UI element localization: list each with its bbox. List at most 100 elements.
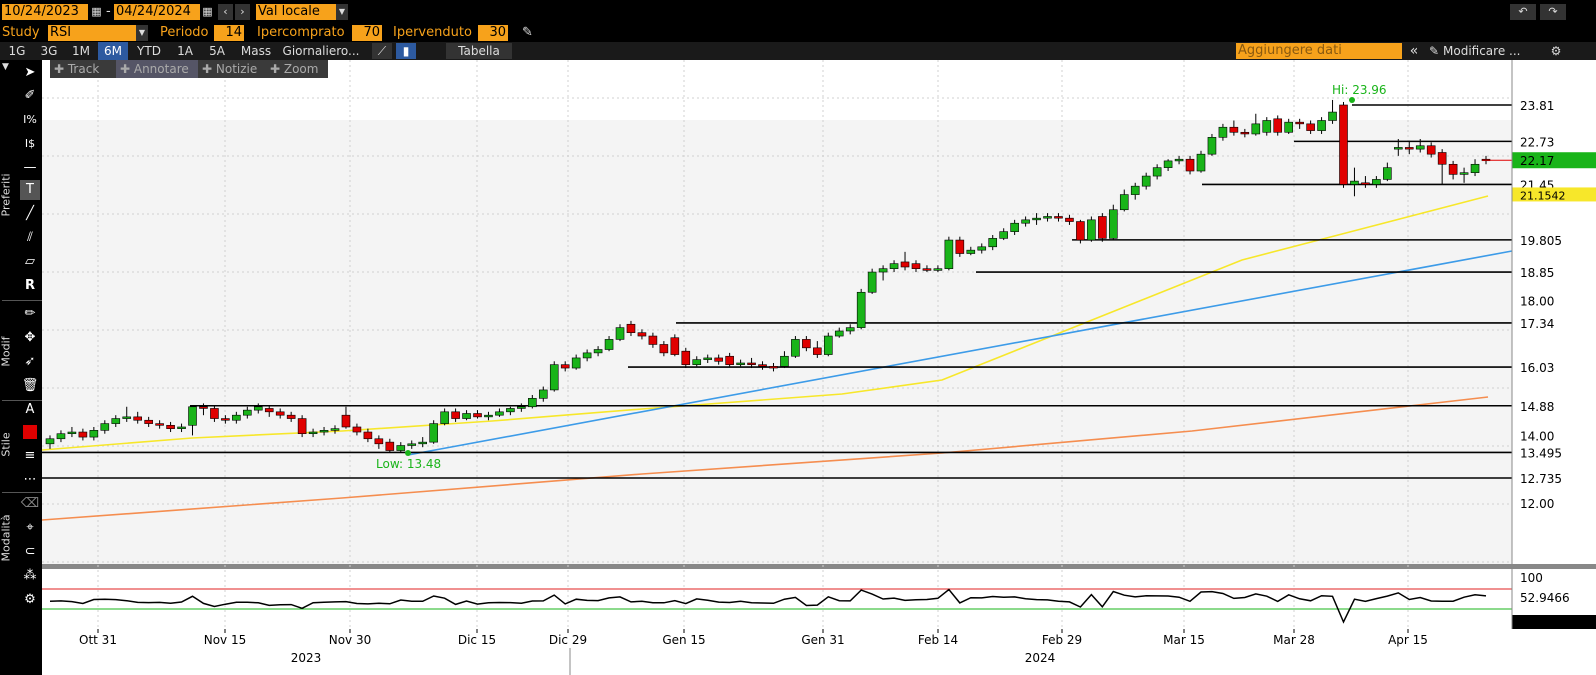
magnet-icon[interactable]: ⊂: [20, 542, 40, 562]
brush-icon[interactable]: ✏: [20, 304, 40, 324]
line-style-icon[interactable]: ⋯: [20, 470, 40, 490]
redo-icon[interactable]: ↷: [1540, 4, 1566, 20]
level-label: 17.34: [1520, 317, 1554, 331]
candle-body: [648, 335, 658, 345]
text-tool-icon[interactable]: T: [20, 180, 40, 200]
font-icon[interactable]: A: [20, 400, 40, 420]
candle-body: [823, 335, 833, 355]
undo-icon[interactable]: ↶: [1510, 4, 1536, 20]
timeframe-6m-button[interactable]: 6M: [98, 42, 128, 60]
candle-body: [1087, 219, 1096, 241]
timeframe-ytd-button[interactable]: YTD: [132, 42, 166, 60]
pointer-icon[interactable]: ➤: [20, 63, 40, 83]
channel-icon[interactable]: ⫽: [20, 228, 40, 248]
candle-body: [878, 268, 888, 273]
caret-down-icon[interactable]: ▼: [136, 25, 148, 41]
overbought-input[interactable]: 70: [352, 25, 382, 41]
candle-body: [1306, 123, 1315, 131]
calendar-icon[interactable]: ▦: [89, 4, 104, 20]
candle-body: [845, 327, 855, 332]
date-start-field[interactable]: 10/24/2023: [2, 4, 88, 20]
candle-body: [517, 406, 526, 409]
rectangle-icon[interactable]: ▱: [20, 252, 40, 272]
candle-body: [440, 411, 449, 424]
table-button[interactable]: Tabella: [446, 43, 512, 59]
period-input[interactable]: 14: [214, 25, 244, 41]
price-tick-label: 14.00: [1520, 429, 1554, 443]
pencil-icon[interactable]: ✎: [520, 25, 535, 41]
subtool-track-button[interactable]: ✚ Track: [50, 60, 116, 78]
percent-icon[interactable]: I%: [20, 110, 40, 130]
candle-body: [867, 271, 877, 293]
study-bar: Study RSI ▼ Periodo 14 Ipercomprato 70 I…: [0, 24, 1596, 42]
draw-line-icon[interactable]: ✐: [20, 86, 40, 106]
timeframe-1a-button[interactable]: 1A: [170, 42, 200, 60]
palette-icon[interactable]: ⁂: [20, 566, 40, 586]
timeframe-3g-button[interactable]: 3G: [34, 42, 64, 60]
line-chart-icon[interactable]: ⟋: [372, 43, 392, 59]
candle-body: [1262, 120, 1272, 133]
crosshair-icon[interactable]: ⌖: [20, 518, 40, 538]
candle-body: [319, 430, 329, 433]
caret-down-icon[interactable]: ▼: [336, 4, 348, 20]
study-select[interactable]: RSI: [48, 25, 136, 41]
trash-icon[interactable]: 🗑: [20, 376, 40, 396]
candle-body: [308, 431, 318, 435]
date-end-field[interactable]: 04/24/2024: [114, 4, 200, 20]
chevron-left-icon[interactable]: ‹: [218, 4, 233, 20]
color-swatch[interactable]: [20, 422, 40, 442]
rsi-tick-label: 52.9466: [1520, 591, 1570, 605]
collapse-icon[interactable]: «: [1406, 42, 1422, 60]
timeframe-mass-button[interactable]: Mass: [234, 42, 278, 60]
currency-select[interactable]: Val locale: [256, 4, 336, 20]
candle-body: [549, 364, 559, 391]
candle-body: [363, 431, 373, 440]
subtool-zoom-button[interactable]: ✚ Zoom: [266, 60, 328, 78]
add-data-input[interactable]: Aggiungere dati: [1236, 43, 1402, 59]
calendar-icon[interactable]: ▦: [200, 4, 215, 20]
timeframe-1g-button[interactable]: 1G: [2, 42, 32, 60]
low-label: Low: 13.48: [376, 457, 441, 471]
move-icon[interactable]: ✥: [20, 328, 40, 348]
line-width-icon[interactable]: ≡: [20, 446, 40, 466]
horizontal-line-icon[interactable]: —: [20, 158, 40, 178]
interval-select[interactable]: Giornaliero...: [281, 42, 361, 60]
oversold-label: Ipervenduto: [393, 25, 472, 40]
dollar-icon[interactable]: I$: [20, 134, 40, 154]
low-marker: [405, 450, 411, 456]
year-label: 2023: [291, 651, 322, 665]
select-icon[interactable]: ➶: [20, 352, 40, 372]
gear-icon[interactable]: ⚙: [20, 590, 40, 610]
separator: [2, 492, 42, 493]
candle-body: [1130, 185, 1140, 195]
candle-body: [297, 418, 307, 435]
candle-body: [1251, 123, 1261, 135]
candle-body: [538, 389, 548, 399]
candle-chart-icon[interactable]: ▮: [396, 43, 416, 59]
subtool-notizie-button[interactable]: ✚ Notizie: [198, 60, 266, 78]
r-tool-icon[interactable]: R: [20, 276, 40, 296]
candle-body: [933, 268, 943, 271]
expand-icon[interactable]: ▼: [2, 62, 9, 72]
date-tick-label: Nov 30: [329, 633, 372, 647]
price-chart[interactable]: 23.8122.7321.4519.80518.8517.3416.0314.8…: [42, 60, 1596, 675]
eraser-icon[interactable]: ⌫: [20, 494, 40, 514]
timeframe-1m-button[interactable]: 1M: [66, 42, 96, 60]
candle-body: [78, 431, 88, 438]
settings-icon[interactable]: ⚙: [1548, 42, 1564, 60]
subtool-annotare-button[interactable]: ✚ Annotare: [116, 60, 198, 78]
oversold-input[interactable]: 30: [478, 25, 508, 41]
candle-body: [429, 423, 438, 443]
pencil-icon[interactable]: ✎: [1428, 42, 1440, 60]
candle-body: [1108, 209, 1118, 239]
timeframe-5a-button[interactable]: 5A: [202, 42, 232, 60]
separator: [2, 300, 42, 301]
candle-body: [1328, 111, 1337, 121]
candle-body: [100, 423, 110, 431]
candle-body: [1098, 216, 1107, 239]
candle-body: [1065, 217, 1074, 222]
chevron-right-icon[interactable]: ›: [235, 4, 250, 20]
modify-label: Modif: [0, 336, 13, 367]
modify-button[interactable]: Modificare ...: [1443, 42, 1527, 60]
trend-line-icon[interactable]: ╱: [20, 204, 40, 224]
